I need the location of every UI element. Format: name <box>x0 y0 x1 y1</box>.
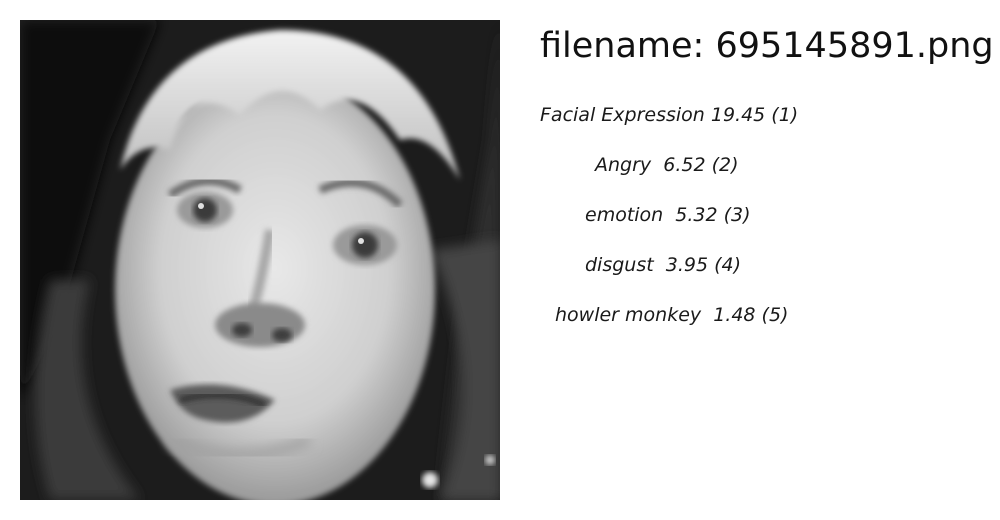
child-face-photo <box>20 20 500 500</box>
prediction-row-2: Angry 6.52 (2) <box>595 154 739 176</box>
filename-heading: filename: 695145891.png <box>540 26 994 66</box>
child-face-illustration <box>20 20 500 500</box>
prediction-row-1: Facial Expression 19.45 (1) <box>540 104 799 126</box>
prediction-row-5: howler monkey 1.48 (5) <box>555 304 789 326</box>
prediction-row-4: disgust 3.95 (4) <box>585 254 742 276</box>
prediction-row-3: emotion 5.32 (3) <box>585 204 751 226</box>
